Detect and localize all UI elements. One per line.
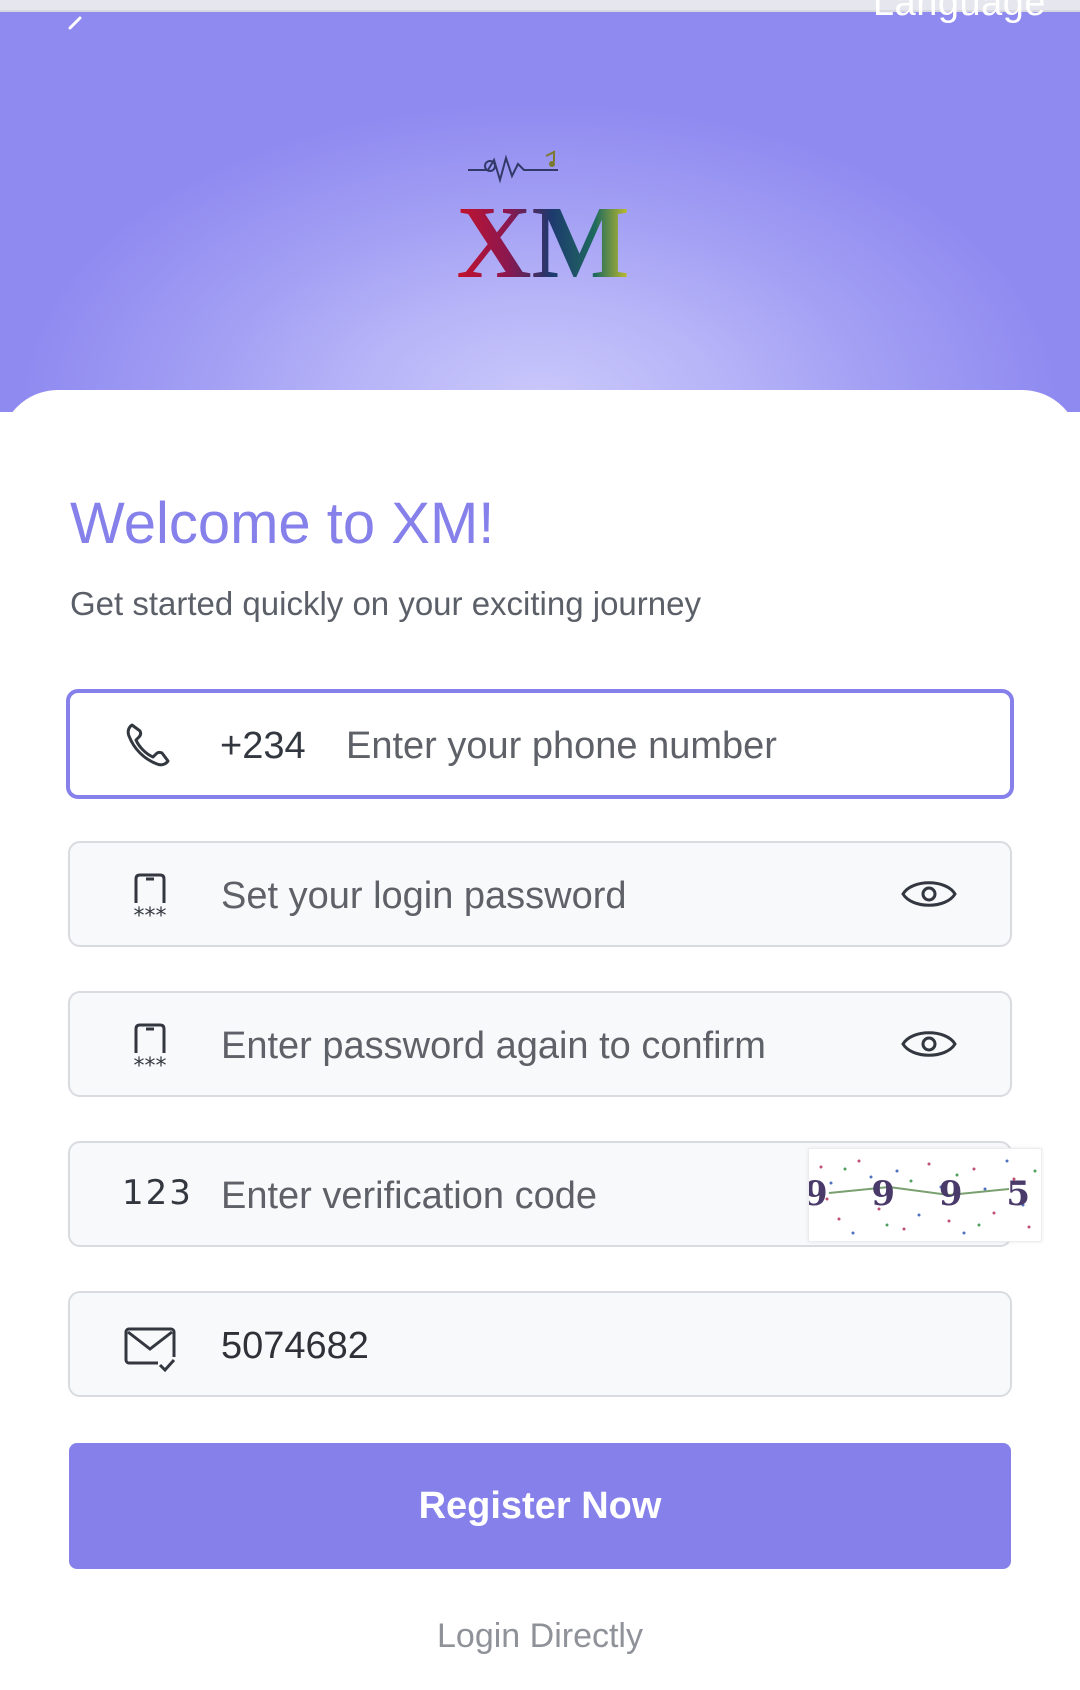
password-lock-icon: *** [134,873,167,925]
svg-text:9 9 9 5: 9 9 9 5 [809,1174,1041,1214]
login-directly-link[interactable]: Login Directly [0,1617,1080,1656]
captcha-image[interactable]: 9 9 9 5 [804,1148,1042,1242]
password-input[interactable]: Set your login password [221,875,627,918]
confirm-password-field[interactable]: *** Enter password again to confirm [68,991,1012,1097]
svg-text:***: *** [134,904,167,925]
verification-input[interactable]: Enter verification code [221,1175,597,1218]
register-button[interactable]: Register Now [69,1443,1011,1569]
phone-field[interactable]: +234 Enter your phone number [66,689,1014,799]
page-title: Welcome to XM! [70,491,495,556]
password-lock-icon: *** [134,1023,167,1075]
svg-text:***: *** [134,1054,167,1075]
svg-text:XM: XM [456,185,629,290]
captcha-noise: 9 9 9 5 [804,1159,1041,1235]
language-link[interactable]: Language [873,0,1046,25]
invite-code-input[interactable]: 5074682 [221,1325,369,1368]
phone-input[interactable]: Enter your phone number [346,725,777,768]
xm-logo: XM [456,150,630,290]
invite-code-field[interactable]: 5074682 [68,1291,1012,1397]
number-icon: 123 [122,1173,193,1213]
eye-icon[interactable] [900,1023,958,1065]
password-field[interactable]: *** Set your login password [68,841,1012,947]
back-arrow-icon[interactable] [58,16,88,40]
confirm-password-input[interactable]: Enter password again to confirm [221,1025,766,1068]
phone-icon [126,723,170,767]
mail-check-icon [124,1327,176,1373]
eye-icon[interactable] [900,873,958,915]
header-banner: Language XM [0,0,1080,412]
page-subtitle: Get started quickly on your exciting jou… [70,585,701,622]
country-code[interactable]: +234 [220,725,306,768]
